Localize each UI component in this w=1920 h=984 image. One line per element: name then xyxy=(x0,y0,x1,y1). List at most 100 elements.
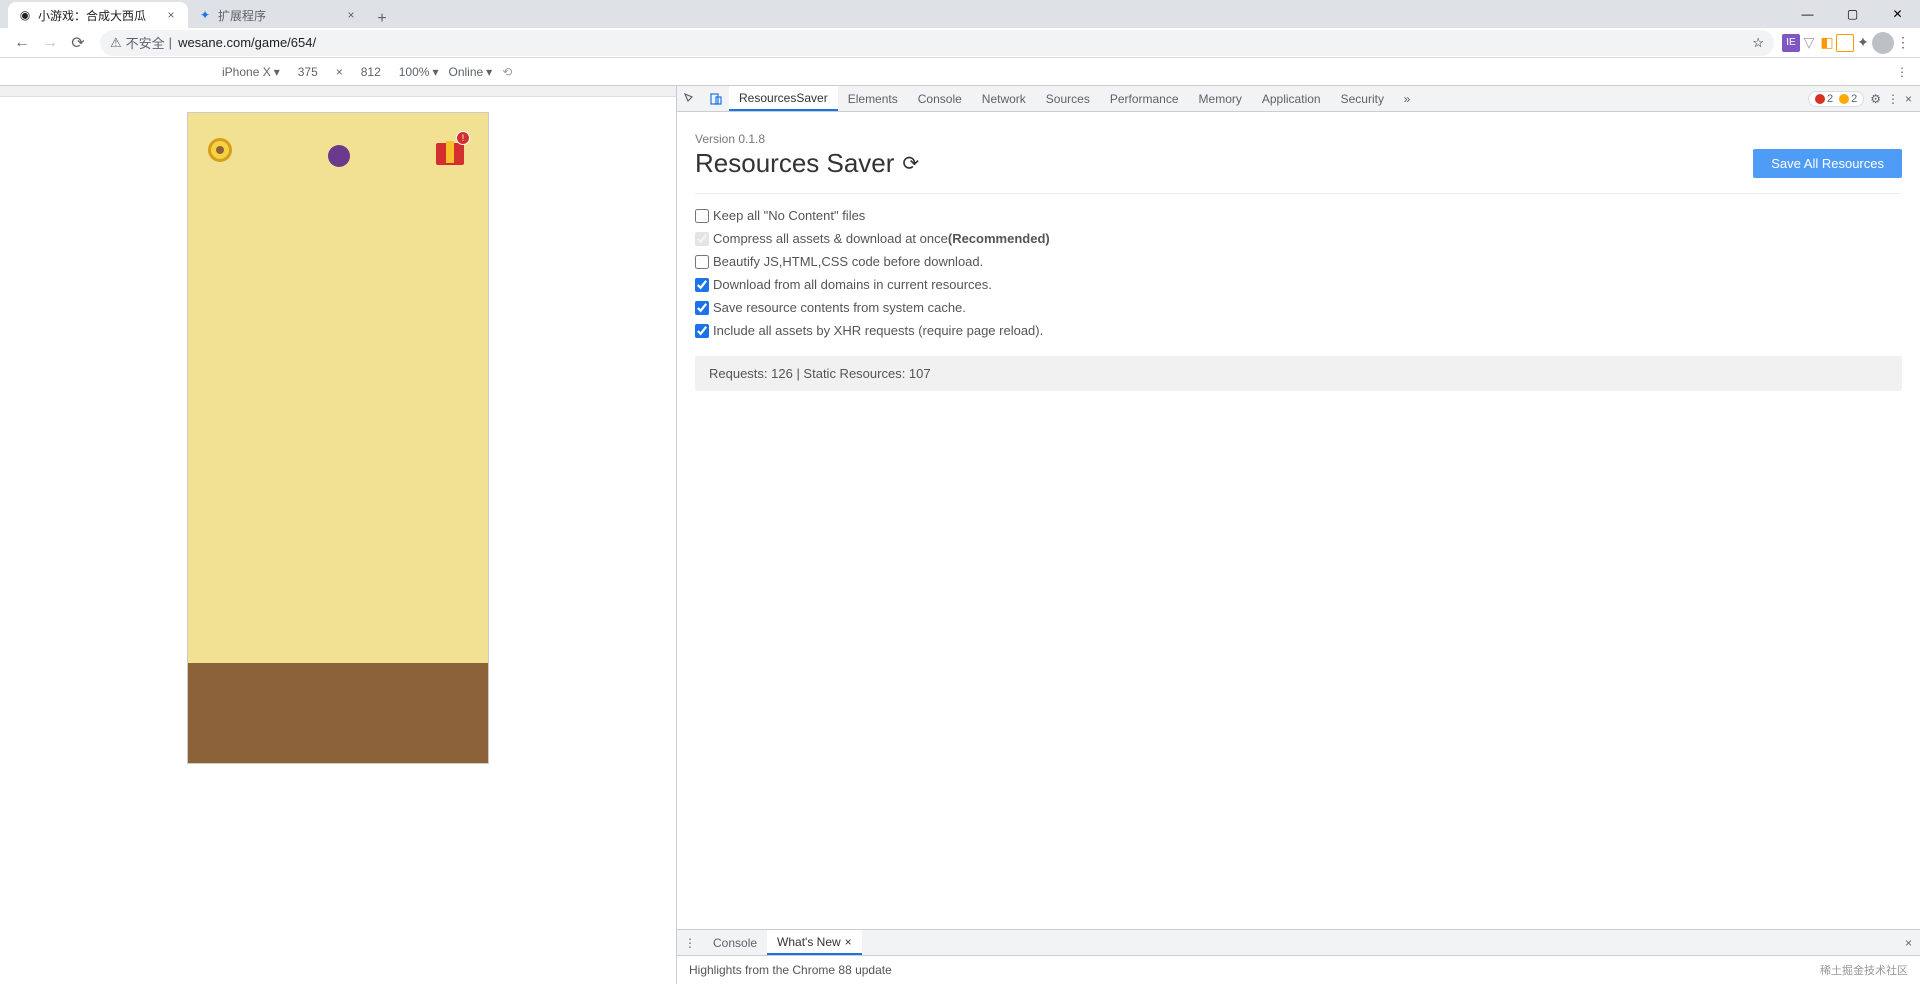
drawer-close-icon[interactable]: × xyxy=(1905,936,1920,950)
refresh-icon[interactable]: ⟳ xyxy=(902,151,919,176)
drawer-tab-console[interactable]: Console xyxy=(703,930,767,955)
close-icon[interactable]: × xyxy=(344,8,358,22)
devtools-tab-sources[interactable]: Sources xyxy=(1036,86,1100,111)
inspect-element-icon[interactable] xyxy=(677,86,703,111)
chrome-menu-icon[interactable]: ⋮ xyxy=(1894,34,1912,52)
close-icon[interactable]: × xyxy=(845,935,852,949)
version-label: Version 0.1.8 xyxy=(695,132,1902,146)
reload-button[interactable]: ⟳ xyxy=(64,29,92,57)
devtools-tab-network[interactable]: Network xyxy=(972,86,1036,111)
browser-tab-0[interactable]: ◉ 小游戏：合成大西瓜 × xyxy=(8,2,188,28)
chevron-down-icon: ▾ xyxy=(486,65,492,79)
profile-avatar-icon[interactable] xyxy=(1872,32,1894,54)
device-select[interactable]: iPhone X ▾ xyxy=(222,65,280,79)
bookmark-star-icon[interactable]: ☆ xyxy=(1752,35,1764,51)
address-field[interactable]: ⚠ 不安全 | wesane.com/game/654/ ☆ xyxy=(100,30,1774,56)
address-bar: ← → ⟳ ⚠ 不安全 | wesane.com/game/654/ ☆ IE … xyxy=(0,28,1920,58)
opt-all-domains[interactable]: Download from all domains in current res… xyxy=(695,277,1902,292)
devtools-tab-console[interactable]: Console xyxy=(908,86,972,111)
opt-recommended: (Recommended) xyxy=(948,231,1050,246)
close-icon[interactable]: × xyxy=(164,8,178,22)
forward-button[interactable]: → xyxy=(36,29,64,57)
chevron-down-icon: ▾ xyxy=(432,65,438,79)
devtools-tab-elements[interactable]: Elements xyxy=(838,86,908,111)
game-fruit xyxy=(328,145,350,167)
extension-icon-3[interactable]: ◧ xyxy=(1818,34,1836,52)
zoom-select[interactable]: 100% ▾ xyxy=(399,65,439,79)
warning-dot-icon xyxy=(1839,94,1849,104)
globe-icon: ◉ xyxy=(18,8,32,22)
browser-tab-1[interactable]: ✦ 扩展程序 × xyxy=(188,2,368,28)
game-gift-icon[interactable]: ! xyxy=(436,135,466,165)
throttle-select[interactable]: Online ▾ xyxy=(448,65,492,79)
save-all-resources-button[interactable]: Save All Resources xyxy=(1753,149,1902,178)
opt-system-cache[interactable]: Save resource contents from system cache… xyxy=(695,300,1902,315)
extension-icon-2[interactable]: ▽ xyxy=(1800,34,1818,52)
device-toggle-icon[interactable] xyxy=(703,86,729,111)
new-tab-button[interactable]: + xyxy=(368,10,396,28)
maximize-button[interactable]: ▢ xyxy=(1830,0,1875,28)
width-input[interactable] xyxy=(290,65,326,79)
device-toolbar: iPhone X ▾ × 100% ▾ Online ▾ ⟲ ⋮ xyxy=(0,58,1920,86)
panel-title: Resources Saver ⟳ xyxy=(695,148,919,179)
checkbox-beautify[interactable] xyxy=(695,255,709,269)
checkbox-keep-nocontent[interactable] xyxy=(695,209,709,223)
drawer-body: Highlights from the Chrome 88 update 稀土掘… xyxy=(677,956,1920,984)
drawer-menu-icon[interactable]: ⋮ xyxy=(677,930,703,955)
game-score-icon xyxy=(208,138,232,162)
watermark: 稀土掘金技术社区 xyxy=(1820,962,1908,978)
device-more-button[interactable]: ⋮ xyxy=(1896,65,1908,79)
extension-icon-4[interactable] xyxy=(1836,34,1854,52)
opt-keep-nocontent[interactable]: Keep all "No Content" files xyxy=(695,208,1902,223)
game-canvas[interactable]: ! xyxy=(188,113,488,763)
puzzle-icon: ✦ xyxy=(198,8,212,22)
devtools-settings-icon[interactable]: ⚙ xyxy=(1870,92,1881,106)
extension-icon-1[interactable]: IE xyxy=(1782,34,1800,52)
devtools-tab-application[interactable]: Application xyxy=(1252,86,1331,111)
drawer-tab-whatsnew[interactable]: What's New × xyxy=(767,930,862,955)
opt-compress[interactable]: Compress all assets & download at once (… xyxy=(695,231,1902,246)
height-input[interactable] xyxy=(353,65,389,79)
opt-label: Beautify JS,HTML,CSS code before downloa… xyxy=(713,254,983,269)
opt-label: Keep all "No Content" files xyxy=(713,208,865,223)
panel-title-text: Resources Saver xyxy=(695,148,894,179)
devtools-tab-memory[interactable]: Memory xyxy=(1189,86,1252,111)
more-tabs-icon[interactable]: » xyxy=(1394,86,1420,111)
opt-label: Include all assets by XHR requests (requ… xyxy=(713,323,1043,338)
drawer-tabs: ⋮ Console What's New × × xyxy=(677,930,1920,956)
tab-title: 扩展程序 xyxy=(218,7,344,24)
devtools-close-icon[interactable]: × xyxy=(1905,92,1912,106)
gift-badge: ! xyxy=(456,131,470,145)
throttle-value: Online xyxy=(448,65,483,79)
window-controls: — ▢ ✕ xyxy=(1785,0,1920,28)
devtools-tabs: ResourcesSaver Elements Console Network … xyxy=(677,86,1920,112)
devtools-tab-resourcessaver[interactable]: ResourcesSaver xyxy=(729,86,838,111)
checkbox-system-cache[interactable] xyxy=(695,301,709,315)
warning-icon: ⚠ xyxy=(110,35,122,51)
zoom-value: 100% xyxy=(399,65,430,79)
opt-xhr[interactable]: Include all assets by XHR requests (requ… xyxy=(695,323,1902,338)
minimize-button[interactable]: — xyxy=(1785,0,1830,28)
devtools-tab-security[interactable]: Security xyxy=(1331,86,1394,111)
close-window-button[interactable]: ✕ xyxy=(1875,0,1920,28)
devtools-menu-icon[interactable]: ⋮ xyxy=(1887,92,1899,106)
browser-tab-bar: ◉ 小游戏：合成大西瓜 × ✦ 扩展程序 × + — ▢ ✕ xyxy=(0,0,1920,28)
status-box: Requests: 126 | Static Resources: 107 xyxy=(695,356,1902,391)
opt-beautify[interactable]: Beautify JS,HTML,CSS code before downloa… xyxy=(695,254,1902,269)
checkbox-compress[interactable] xyxy=(695,232,709,246)
checkbox-all-domains[interactable] xyxy=(695,278,709,292)
resourcessaver-panel: Version 0.1.8 Resources Saver ⟳ Save All… xyxy=(677,112,1920,929)
devtools-tab-performance[interactable]: Performance xyxy=(1100,86,1189,111)
dimension-separator: × xyxy=(336,65,343,79)
rotate-icon[interactable]: ⟲ xyxy=(502,65,512,79)
device-name: iPhone X xyxy=(222,65,271,79)
error-warning-badge[interactable]: 2 2 xyxy=(1808,91,1864,107)
opt-label: Save resource contents from system cache… xyxy=(713,300,966,315)
checkbox-xhr[interactable] xyxy=(695,324,709,338)
game-ground xyxy=(188,663,488,763)
devtools-pane: ResourcesSaver Elements Console Network … xyxy=(676,86,1920,984)
extensions-menu-icon[interactable]: ✦ xyxy=(1854,34,1872,52)
security-status[interactable]: ⚠ 不安全 | xyxy=(110,33,172,52)
back-button[interactable]: ← xyxy=(8,29,36,57)
tab-title: 小游戏：合成大西瓜 xyxy=(38,7,164,24)
